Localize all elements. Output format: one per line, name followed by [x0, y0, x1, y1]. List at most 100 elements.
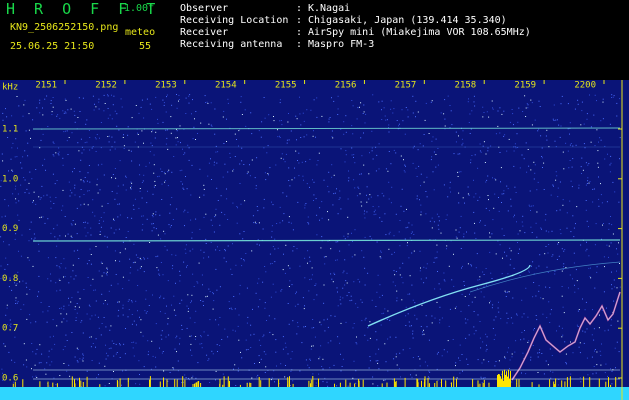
noise-speck: [357, 306, 359, 308]
noise-speck: [162, 99, 164, 101]
signal-spike: [47, 381, 49, 387]
noise-speck: [380, 250, 382, 252]
noise-speck: [347, 198, 349, 200]
noise-speck: [114, 168, 116, 169]
noise-speck: [279, 135, 280, 137]
noise-speck: [206, 295, 208, 297]
noise-speck: [602, 101, 604, 103]
noise-speck: [209, 382, 211, 383]
noise-speck: [316, 214, 318, 216]
noise-speck: [576, 324, 578, 326]
noise-speck: [89, 336, 91, 338]
noise-speck: [404, 238, 406, 240]
noise-speck: [532, 345, 534, 346]
noise-speck: [91, 315, 93, 317]
noise-speck: [366, 186, 368, 188]
noise-speck: [250, 334, 252, 336]
noise-speck: [71, 297, 73, 299]
noise-speck: [224, 214, 226, 216]
noise-speck: [191, 300, 192, 302]
noise-speck: [494, 365, 496, 367]
noise-speck: [240, 258, 242, 260]
noise-speck: [607, 375, 608, 377]
noise-speck: [90, 263, 92, 265]
noise-speck: [523, 313, 525, 315]
noise-speck: [163, 102, 165, 104]
noise-speck: [447, 196, 449, 198]
noise-speck: [76, 233, 78, 235]
noise-speck: [209, 319, 211, 321]
noise-speck: [401, 109, 403, 111]
noise-speck: [281, 124, 283, 126]
noise-speck: [50, 232, 52, 234]
noise-speck: [609, 164, 611, 166]
noise-speck: [29, 228, 31, 230]
noise-speck: [42, 133, 44, 135]
noise-speck: [137, 285, 139, 286]
noise-speck: [36, 377, 38, 378]
noise-speck: [561, 270, 563, 272]
noise-speck: [525, 287, 527, 289]
noise-speck: [342, 287, 344, 289]
noise-speck: [619, 98, 621, 100]
noise-speck: [244, 109, 246, 111]
noise-speck: [8, 244, 10, 246]
noise-speck: [420, 326, 422, 327]
noise-speck: [99, 189, 101, 191]
noise-speck: [539, 106, 541, 107]
noise-speck: [530, 99, 532, 101]
noise-speck: [155, 256, 157, 258]
signal-spike: [39, 381, 41, 387]
noise-speck: [179, 343, 180, 345]
noise-speck: [577, 310, 579, 312]
noise-speck: [63, 305, 65, 307]
noise-speck: [185, 113, 187, 114]
noise-speck: [167, 185, 169, 187]
noise-speck: [130, 185, 132, 187]
noise-speck: [399, 352, 401, 354]
noise-speck: [406, 208, 407, 210]
noise-speck: [70, 276, 72, 278]
noise-speck: [474, 105, 476, 107]
noise-speck: [282, 192, 284, 194]
noise-speck: [513, 267, 515, 269]
noise-speck: [345, 115, 347, 117]
noise-speck: [292, 229, 294, 231]
noise-speck: [572, 158, 574, 160]
noise-speck: [28, 182, 30, 184]
noise-speck: [107, 108, 109, 109]
noise-speck: [514, 351, 516, 353]
noise-speck: [527, 149, 529, 150]
noise-speck: [54, 236, 56, 238]
noise-speck: [586, 113, 588, 115]
noise-speck: [485, 207, 487, 209]
noise-speck: [328, 118, 330, 120]
noise-speck: [501, 193, 503, 195]
noise-speck: [406, 245, 408, 247]
noise-speck: [610, 368, 611, 370]
noise-speck: [416, 318, 418, 320]
noise-speck: [597, 166, 599, 168]
noise-speck: [119, 160, 121, 162]
noise-speck: [330, 273, 332, 275]
noise-speck: [245, 125, 247, 127]
noise-speck: [73, 110, 75, 112]
signal-spike: [166, 379, 168, 387]
noise-speck: [322, 358, 324, 360]
noise-speck: [558, 124, 560, 126]
noise-speck: [313, 327, 315, 329]
noise-speck: [289, 267, 291, 269]
noise-speck: [319, 321, 321, 323]
noise-speck: [35, 321, 37, 323]
noise-speck: [289, 280, 291, 282]
signal-spike: [488, 382, 490, 387]
noise-speck: [15, 297, 17, 299]
noise-speck: [393, 108, 395, 110]
noise-speck: [488, 210, 490, 212]
noise-speck: [249, 164, 250, 166]
noise-speck: [420, 173, 422, 175]
noise-speck: [513, 150, 515, 152]
noise-speck: [76, 207, 78, 209]
noise-speck: [162, 121, 164, 123]
noise-speck: [50, 280, 52, 282]
